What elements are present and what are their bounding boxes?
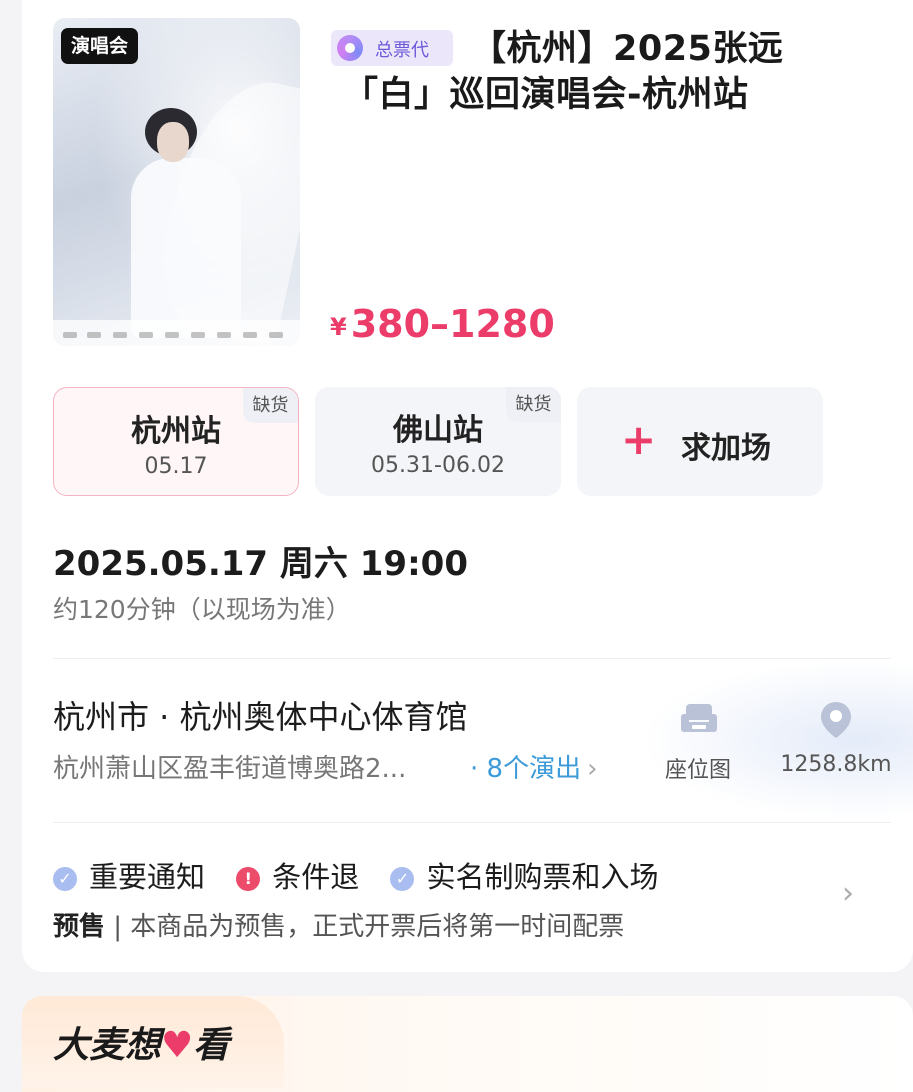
seat-map-label: 座位图 <box>664 758 731 783</box>
category-badge: 演唱会 <box>61 28 139 64</box>
notice-label: 实名制购票和入场 <box>426 860 659 894</box>
chevron-right-icon: › <box>587 754 598 784</box>
divider <box>53 658 891 659</box>
price-value: 380–1280 <box>350 302 555 346</box>
notice-row[interactable]: ✓ 重要通知 ! 条件退 ✓ 实名制购票和入场 <box>53 854 680 896</box>
plus-icon: + <box>621 415 657 464</box>
venue-shows-label: · 8个演出 <box>470 754 582 784</box>
want-to-see-title: 大麦想♥看 <box>53 1025 230 1066</box>
venue-name[interactable]: 杭州市 · 杭州奥体中心体育馆 <box>53 692 468 738</box>
check-circle-icon: ✓ <box>390 867 415 891</box>
event-poster[interactable] <box>53 18 300 346</box>
venue-address[interactable]: 杭州萧山区盈丰街道博奥路2... <box>53 748 453 785</box>
distance-label: 1258.8km <box>780 752 892 777</box>
session-date: 05.31-06.02 <box>371 453 505 478</box>
show-datetime: 2025.05.17 周六 19:00 <box>53 544 468 584</box>
divider <box>53 822 891 823</box>
stock-badge: 缺货 <box>243 388 298 423</box>
notice-realname: ✓ 实名制购票和入场 <box>390 854 658 896</box>
location-pin-icon[interactable] <box>819 700 853 740</box>
session-foshan[interactable]: 佛山站 05.31-06.02 缺货 <box>315 387 561 496</box>
notice-refund: ! 条件退 <box>236 854 359 896</box>
session-date: 05.17 <box>144 454 208 479</box>
event-title: 【杭州】2025张远「白」巡回演唱会-杭州站 <box>343 29 784 115</box>
price-range: ¥380–1280 <box>330 300 555 351</box>
stock-badge: 缺货 <box>506 387 561 422</box>
distance-button[interactable]: 1258.8km <box>776 752 896 777</box>
chevron-right-icon[interactable]: › <box>842 876 854 911</box>
presale-info: 预售 | 本商品为预售，正式开票后将第一时间配票 <box>53 906 624 943</box>
show-duration: 约120分钟（以现场为准） <box>53 595 351 624</box>
poster-sponsor-strip <box>53 320 300 346</box>
seat-map-icon[interactable] <box>680 702 718 736</box>
notice-label: 条件退 <box>272 860 360 894</box>
request-extra-show-button[interactable]: + 求加场 <box>577 387 823 496</box>
seat-map-button[interactable]: 座位图 <box>652 752 744 784</box>
request-extra-show-label: 求加场 <box>681 431 771 466</box>
exclamation-circle-icon: ! <box>236 867 261 891</box>
notice-label: 重要通知 <box>89 860 206 894</box>
presale-tag: 预售 <box>53 912 106 942</box>
venue-shows-link[interactable]: · 8个演出 › <box>470 748 597 785</box>
notice-important: ✓ 重要通知 <box>53 854 205 896</box>
heart-icon: ♥ <box>161 1025 194 1066</box>
currency-symbol: ¥ <box>330 313 347 341</box>
check-circle-icon: ✓ <box>53 867 77 891</box>
presale-text: | 本商品为预售，正式开票后将第一时间配票 <box>105 912 625 942</box>
session-hangzhou[interactable]: 杭州站 05.17 缺货 <box>53 387 299 496</box>
